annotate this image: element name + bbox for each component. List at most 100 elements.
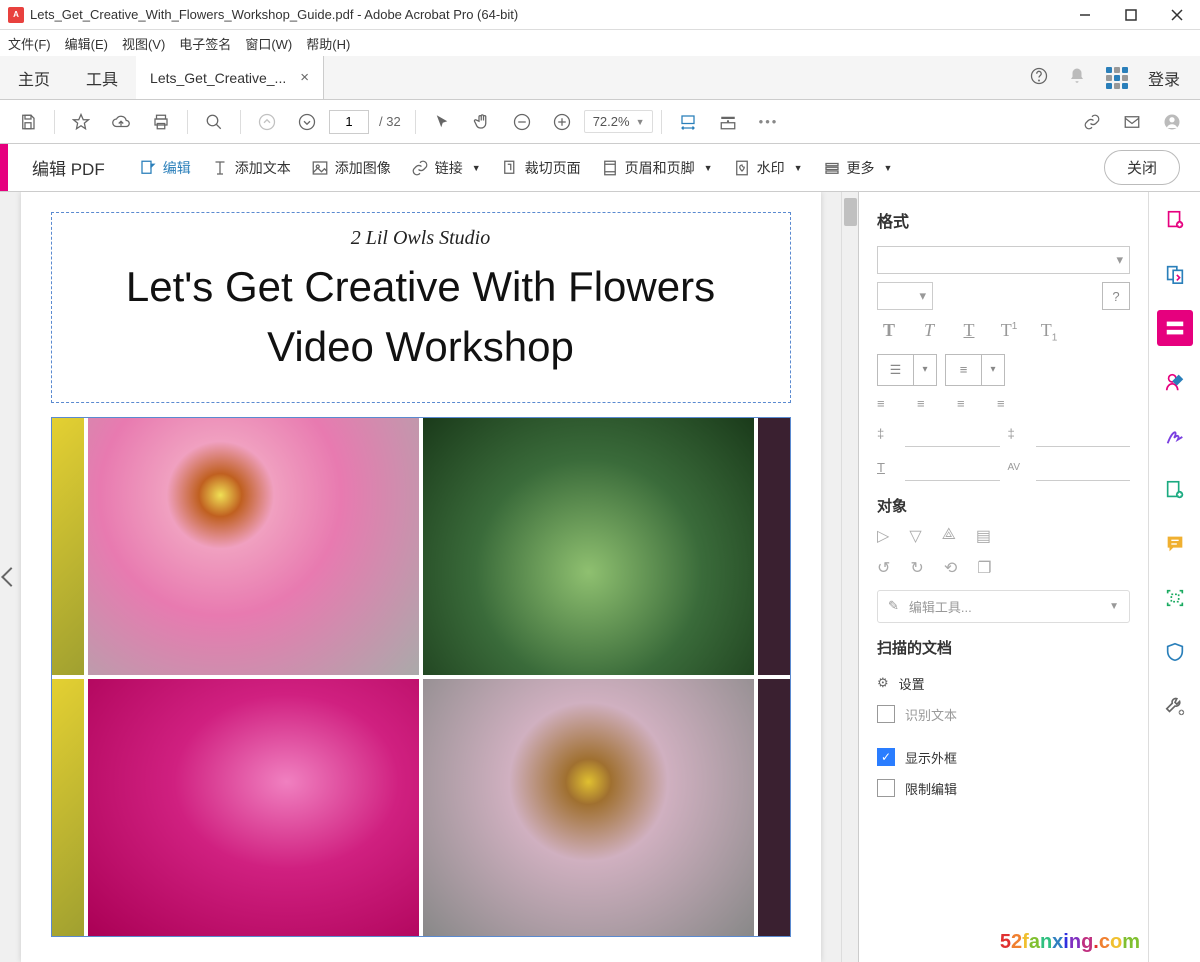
edit-tool-button[interactable]: ✎ 编辑工具... ▼ <box>877 590 1130 623</box>
superscript-icon[interactable]: T1 <box>997 320 1021 344</box>
menu-edit[interactable]: 编辑(E) <box>65 34 108 53</box>
document-page[interactable]: 2 Lil Owls Studio Let's Get Creative Wit… <box>21 192 821 962</box>
bullet-list-button[interactable]: ☰▾ <box>877 354 937 386</box>
align-right-icon[interactable]: ≡ <box>957 396 977 411</box>
edit-pdf-icon[interactable] <box>1157 310 1193 346</box>
align-obj-icon[interactable]: ▤ <box>976 526 991 546</box>
edit-button[interactable]: 编辑 <box>129 152 201 184</box>
scan-icon[interactable] <box>1157 580 1193 616</box>
rotate-cw-icon[interactable]: ↻ <box>910 558 923 578</box>
prev-page-arrow[interactable] <box>1 567 21 587</box>
menu-help[interactable]: 帮助(H) <box>306 34 350 53</box>
align-justify-icon[interactable]: ≡ <box>997 396 1017 411</box>
zoom-out-icon[interactable] <box>504 104 540 140</box>
page-up-icon[interactable] <box>249 104 285 140</box>
close-button[interactable] <box>1154 0 1200 30</box>
ocr-checkbox-row[interactable]: 识别文本 <box>877 699 1130 730</box>
close-edit-button[interactable]: 关闭 <box>1104 150 1180 185</box>
create-pdf-icon[interactable] <box>1157 202 1193 238</box>
login-button[interactable]: 登录 <box>1148 66 1180 90</box>
account-icon[interactable] <box>1154 104 1190 140</box>
more-button[interactable]: 更多▼ <box>813 152 903 184</box>
minimize-button[interactable] <box>1062 0 1108 30</box>
help-icon[interactable] <box>1030 67 1048 88</box>
page-input[interactable] <box>329 110 369 134</box>
add-image-button[interactable]: 添加图像 <box>301 152 401 184</box>
apps-icon[interactable] <box>1106 67 1128 89</box>
checkbox-checked-icon[interactable]: ✓ <box>877 748 895 766</box>
menu-file[interactable]: 文件(F) <box>8 34 51 53</box>
crop-icon[interactable]: ⟁ <box>942 526 956 546</box>
search-icon[interactable] <box>196 104 232 140</box>
document-view[interactable]: 2 Lil Owls Studio Let's Get Creative Wit… <box>0 192 841 962</box>
flip-h-icon[interactable]: ▽ <box>909 526 921 546</box>
protect-icon[interactable] <box>1157 634 1193 670</box>
export-icon[interactable] <box>1157 256 1193 292</box>
font-help-icon[interactable]: ? <box>1102 282 1130 310</box>
zoom-select[interactable]: 72.2%▼ <box>584 110 654 133</box>
page-down-icon[interactable] <box>289 104 325 140</box>
vertical-scrollbar[interactable] <box>841 192 858 962</box>
tab-home[interactable]: 主页 <box>0 56 68 99</box>
document-tab[interactable]: Lets_Get_Creative_... × <box>136 56 324 99</box>
restrict-row[interactable]: 限制编辑 <box>877 773 1130 804</box>
para-spacing-icon[interactable]: ‡ <box>1008 426 1028 441</box>
pointer-icon[interactable] <box>424 104 460 140</box>
menu-window[interactable]: 窗口(W) <box>245 34 292 53</box>
image-grid[interactable] <box>51 417 791 937</box>
add-text-button[interactable]: 添加文本 <box>201 152 301 184</box>
share-link-icon[interactable] <box>1074 104 1110 140</box>
title-text-box[interactable]: 2 Lil Owls Studio Let's Get Creative Wit… <box>51 212 791 403</box>
tab-tools[interactable]: 工具 <box>68 56 136 99</box>
font-size-select[interactable]: ▾ <box>877 282 933 310</box>
menu-esign[interactable]: 电子签名 <box>179 34 231 53</box>
char-spacing-select[interactable] <box>1036 455 1131 481</box>
fit-page-icon[interactable] <box>710 104 746 140</box>
flip-v-icon[interactable]: ▷ <box>877 526 889 546</box>
char-spacing-icon[interactable]: AV <box>1008 462 1028 473</box>
more-icon[interactable]: ••• <box>750 104 786 140</box>
align-center-icon[interactable]: ≡ <box>917 396 937 411</box>
checkbox-icon[interactable] <box>877 779 895 797</box>
email-icon[interactable] <box>1114 104 1150 140</box>
print-icon[interactable] <box>143 104 179 140</box>
line-spacing-icon[interactable]: ‡ <box>877 426 897 441</box>
organize-icon[interactable] <box>1157 472 1193 508</box>
crop-button[interactable]: 裁切页面 <box>491 152 591 184</box>
rotate-ccw-icon[interactable]: ↺ <box>877 558 890 578</box>
more-tools-icon[interactable] <box>1157 688 1193 724</box>
line-spacing-select[interactable] <box>905 421 1000 447</box>
zoom-in-icon[interactable] <box>544 104 580 140</box>
cloud-upload-icon[interactable] <box>103 104 139 140</box>
star-icon[interactable] <box>63 104 99 140</box>
show-box-row[interactable]: ✓ 显示外框 <box>877 742 1130 773</box>
italic-icon[interactable]: T <box>917 320 941 344</box>
watermark-button[interactable]: 水印▼ <box>723 152 813 184</box>
arrange-icon[interactable]: ❐ <box>977 558 991 578</box>
tab-close-icon[interactable]: × <box>300 69 309 86</box>
sign-icon[interactable] <box>1157 364 1193 400</box>
link-button[interactable]: 链接▼ <box>401 152 491 184</box>
underline-icon[interactable]: T <box>957 320 981 344</box>
menu-view[interactable]: 视图(V) <box>122 34 165 53</box>
edit-pdf-label: 编辑 PDF <box>8 155 129 180</box>
comment-icon[interactable] <box>1157 526 1193 562</box>
number-list-button[interactable]: ≡▾ <box>945 354 1005 386</box>
hscale-select[interactable] <box>905 455 1000 481</box>
font-family-select[interactable]: ▾ <box>877 246 1130 274</box>
bold-icon[interactable]: T <box>877 320 901 344</box>
replace-icon[interactable]: ⟲ <box>944 558 957 578</box>
hand-icon[interactable] <box>464 104 500 140</box>
subscript-icon[interactable]: T1 <box>1037 320 1061 344</box>
align-left-icon[interactable]: ≡ <box>877 396 897 411</box>
para-spacing-select[interactable] <box>1036 421 1131 447</box>
settings-button[interactable]: ⚙ 设置 <box>877 668 1130 699</box>
header-footer-button[interactable]: 页眉和页脚▼ <box>591 152 723 184</box>
checkbox-icon[interactable] <box>877 705 895 723</box>
hscale-icon[interactable]: T <box>877 460 897 475</box>
fill-sign-icon[interactable] <box>1157 418 1193 454</box>
bell-icon[interactable] <box>1068 67 1086 88</box>
save-icon[interactable] <box>10 104 46 140</box>
maximize-button[interactable] <box>1108 0 1154 30</box>
fit-width-icon[interactable] <box>670 104 706 140</box>
